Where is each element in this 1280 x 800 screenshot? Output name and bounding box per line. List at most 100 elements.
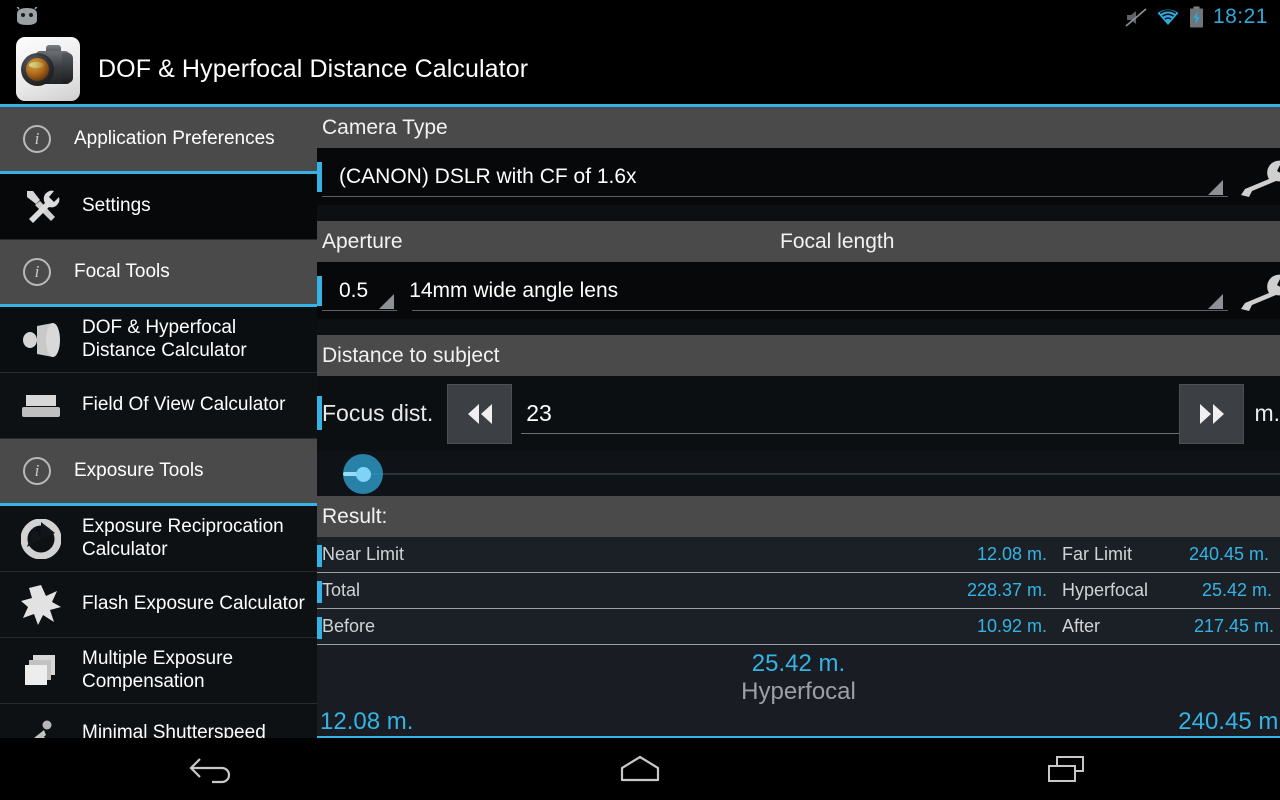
aperture-icon (18, 518, 64, 559)
result-header: Result: (317, 496, 1280, 537)
status-bar-clock: 18:21 (1212, 5, 1268, 28)
result-key: Total (322, 580, 361, 600)
furthest-value: 240.45 m. (1178, 708, 1280, 735)
result-key: Before (322, 616, 376, 636)
aperture-chevron-down-icon[interactable] (379, 294, 394, 309)
distance-header: Distance to subject (317, 335, 1280, 376)
sidebar-section-focal-tools[interactable]: i Focal Tools (0, 240, 317, 307)
sidebar-item-label: Minimal Shutterspeed (82, 722, 266, 738)
sidebar-item-flash-exposure-calculator[interactable]: Flash Exposure Calculator (0, 572, 317, 638)
content-area: i Application Preferences Settings i Foc… (0, 107, 1280, 738)
lens-header: Aperture Focal length (317, 221, 1280, 262)
focus-distance-label: Focus dist. (322, 400, 434, 426)
result-key: After (1062, 616, 1101, 636)
wifi-icon (1157, 9, 1179, 25)
status-bar-notifications[interactable] (0, 7, 40, 27)
focus-distance-unit: m. (1254, 400, 1280, 426)
row-accent-mark (317, 396, 322, 430)
android-mascot-icon (16, 7, 38, 25)
app-title-bar: DOF & Hyperfocal Distance Calculator (0, 34, 1280, 104)
camera-type-value: (CANON) DSLR with CF of 1.6x (339, 164, 637, 188)
sidebar-item-field-of-view-calculator[interactable]: Field Of View Calculator (0, 373, 317, 439)
navigation-drawer[interactable]: i Application Preferences Settings i Foc… (0, 107, 317, 738)
focal-length-value[interactable]: 14mm wide angle lens (409, 279, 618, 303)
sidebar-section-label: Focal Tools (74, 261, 170, 282)
sidebar-section-application-preferences[interactable]: i Application Preferences (0, 107, 317, 174)
camera-grip (62, 53, 73, 83)
sidebar-item-settings[interactable]: Settings (0, 174, 317, 240)
sidebar-section-label: Application Preferences (74, 128, 275, 149)
sidebar-item-multiple-exposure-compensation[interactable]: Multiple Exposure Compensation (0, 638, 317, 704)
calculator-panel: Camera Type (CANON) DSLR with CF of 1.6x… (317, 107, 1280, 738)
back-button[interactable] (138, 738, 288, 800)
slider-track (360, 473, 1280, 475)
focal-length-header-label: Focal length (780, 229, 895, 253)
stacked-frames-icon (18, 652, 64, 690)
slider-thumb[interactable] (356, 467, 371, 482)
aperture-header-label: Aperture (322, 229, 403, 253)
camera-type-header: Camera Type (317, 107, 1280, 148)
lens-row[interactable]: 0.5 14mm wide angle lens (317, 262, 1280, 319)
hyperfocal-value: 25.42 m. (751, 650, 846, 677)
camera-lens-glint (29, 62, 44, 68)
spacer (317, 319, 1280, 335)
focus-distance-decrement-button[interactable] (447, 383, 513, 444)
focus-distance-row: Focus dist. 23 m. (317, 376, 1280, 451)
hyperfocal-label: Hyperfocal (741, 678, 856, 705)
row-accent-mark (317, 617, 322, 639)
camera-type-dropdown[interactable]: (CANON) DSLR with CF of 1.6x (317, 148, 1280, 205)
sidebar-section-exposure-tools[interactable]: i Exposure Tools (0, 439, 317, 506)
info-icon: i (14, 258, 60, 286)
rewind-icon (467, 403, 492, 424)
focus-distance-slider[interactable] (317, 451, 1280, 496)
sidebar-item-minimal-shutterspeed[interactable]: Minimal Shutterspeed (0, 704, 317, 738)
system-navigation-bar[interactable] (0, 738, 1280, 800)
home-button[interactable] (565, 738, 715, 800)
camera-app-icon[interactable] (16, 37, 80, 101)
depth-of-field-diagram: 25.42 m. Hyperfocal 12.08 m. Closest 240… (317, 645, 1280, 738)
flash-burst-icon (18, 584, 64, 626)
wrench-icon[interactable] (1238, 159, 1280, 197)
back-icon (189, 758, 231, 784)
sidebar-item-label: Flash Exposure Calculator (82, 593, 305, 615)
result-value: 12.08 m. (976, 544, 1047, 564)
focus-distance-increment-button[interactable] (1179, 383, 1245, 444)
info-icon: i (14, 125, 60, 153)
row-accent-mark (317, 162, 322, 192)
camera-type-header-label: Camera Type (322, 115, 448, 139)
result-value: 240.45 m. (1189, 544, 1270, 564)
focus-distance-input[interactable]: 23 (512, 384, 1180, 444)
row-accent-mark (317, 545, 322, 567)
sidebar-item-label: Multiple Exposure Compensation (82, 648, 234, 692)
recent-apps-icon (1047, 756, 1084, 782)
table-row: Near Limit 12.08 m. Far Limit 240.45 m. (317, 537, 1280, 573)
table-row: Before 10.92 m. After 217.45 m. (317, 609, 1280, 645)
android-screen: 18:21 DOF & Hyperfocal Distance Calculat… (0, 0, 1280, 800)
aperture-value[interactable]: 0.5 (339, 279, 368, 303)
wrench-icon[interactable] (1238, 273, 1280, 311)
info-icon: i (14, 457, 60, 485)
result-value: 10.92 m. (976, 616, 1047, 636)
sidebar-item-dof-hyperfocal-distance-calculator[interactable]: DOF & Hyperfocal Distance Calculator (0, 307, 317, 373)
fast-forward-icon (1199, 403, 1224, 424)
sidebar-item-exposure-reciprocation-calculator[interactable]: Exposure Reciprocation Calculator (0, 506, 317, 572)
sidebar-item-label: Settings (82, 195, 151, 217)
result-value: 217.45 m. (1194, 616, 1275, 636)
closest-value: 12.08 m. (320, 708, 414, 735)
spacer (317, 205, 1280, 221)
chevron-down-icon[interactable] (1208, 294, 1223, 309)
tools-icon (18, 188, 64, 226)
recent-apps-button[interactable] (992, 738, 1142, 800)
chevron-down-icon[interactable] (1208, 180, 1223, 195)
page-title: DOF & Hyperfocal Distance Calculator (98, 54, 529, 83)
home-icon (620, 755, 660, 782)
sound-muted-icon (1125, 7, 1147, 27)
result-value: 25.42 m. (1202, 580, 1273, 600)
status-bar-system-icons[interactable]: 18:21 (1125, 5, 1280, 29)
battery-charging-icon (1189, 6, 1203, 28)
fov-icon (18, 389, 64, 423)
distance-header-label: Distance to subject (322, 343, 500, 367)
status-bar: 18:21 (0, 0, 1280, 34)
result-key: Near Limit (322, 544, 405, 564)
result-key: Hyperfocal (1062, 580, 1149, 600)
